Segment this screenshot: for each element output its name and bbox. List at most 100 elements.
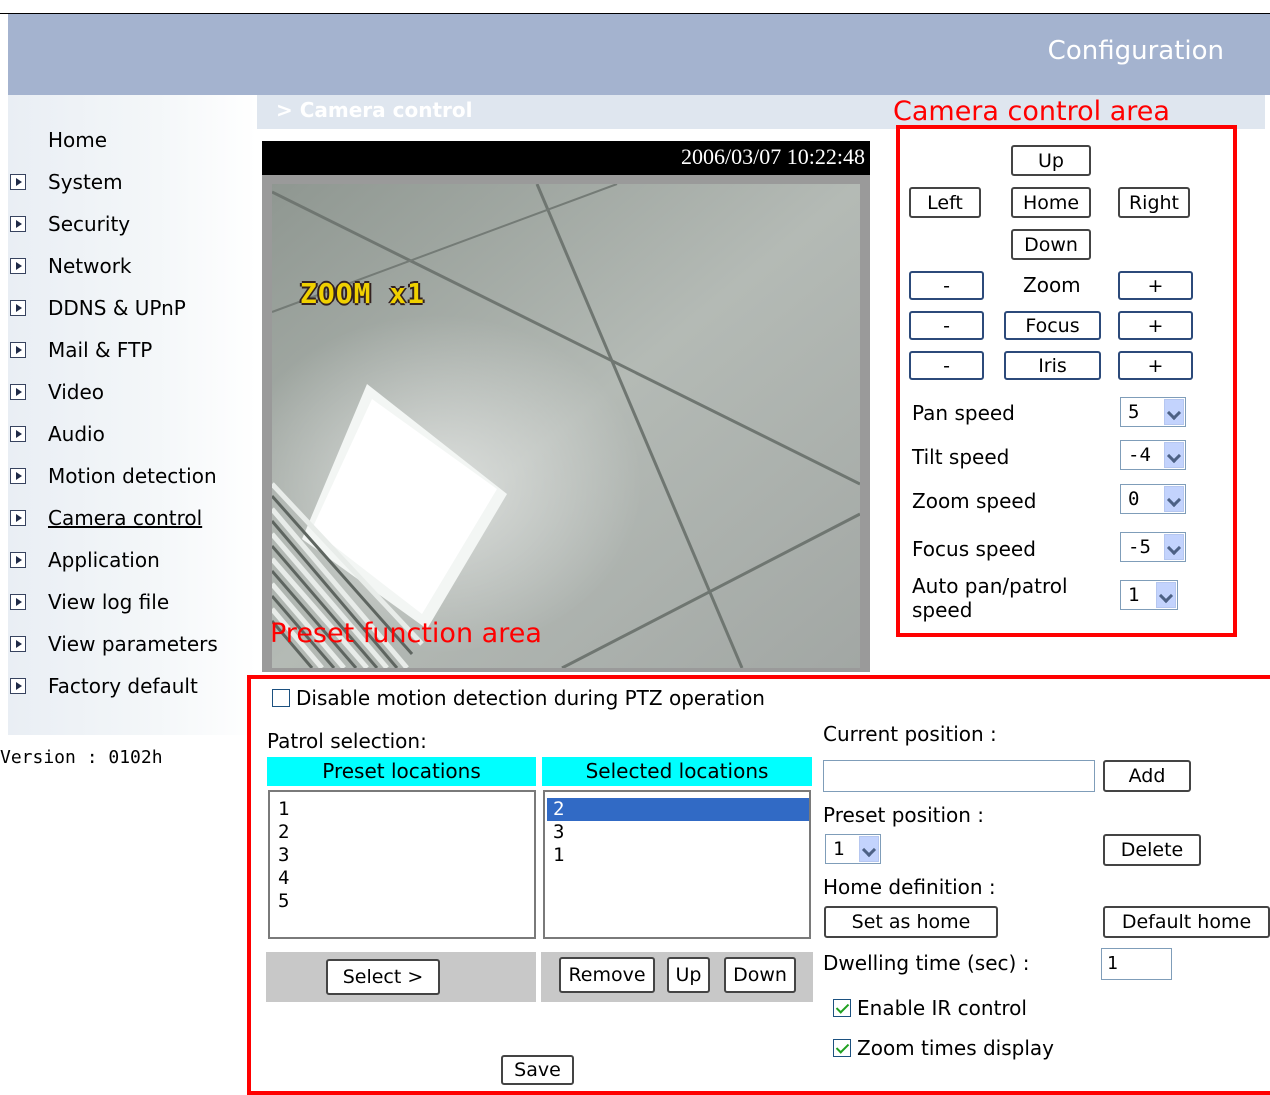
camera-area-annotation: Camera control area	[893, 96, 1170, 127]
list-item[interactable]: 3	[278, 844, 534, 867]
disable-md-checkbox[interactable]	[272, 689, 290, 707]
preset-area-annotation: Preset function area	[270, 618, 542, 649]
arrow-right-icon	[10, 678, 26, 694]
arrow-right-icon	[10, 174, 26, 190]
pan-up-button[interactable]: Up	[1011, 145, 1091, 176]
set-as-home-button[interactable]: Set as home	[824, 906, 998, 938]
list-item[interactable]: 4	[278, 867, 534, 890]
chevron-down-icon	[859, 836, 879, 862]
chevron-down-icon	[1164, 486, 1184, 512]
pan-right-button[interactable]: Right	[1118, 187, 1190, 218]
selected-locations-list[interactable]: 2 3 1	[543, 790, 811, 939]
focus-near-button[interactable]: -	[909, 311, 984, 340]
iris-close-button[interactable]: -	[909, 351, 984, 380]
move-down-button[interactable]: Down	[724, 957, 796, 993]
arrow-right-icon	[10, 300, 26, 316]
zoom-speed-value: 0	[1128, 488, 1140, 510]
sidebar-item-label: View log file	[48, 590, 170, 614]
sidebar-item-home[interactable]: Home	[10, 125, 107, 155]
disable-md-label: Disable motion detection during PTZ oper…	[296, 686, 765, 710]
arrow-right-icon	[10, 426, 26, 442]
current-position-input[interactable]	[823, 760, 1095, 792]
sidebar-item-label: View parameters	[48, 632, 218, 656]
zoom-in-button[interactable]: +	[1118, 271, 1193, 300]
sidebar-item-mail-ftp[interactable]: Mail & FTP	[10, 335, 152, 365]
sidebar-item-motion-detection[interactable]: Motion detection	[10, 461, 217, 491]
delete-button[interactable]: Delete	[1103, 834, 1201, 866]
focus-far-button[interactable]: +	[1118, 311, 1193, 340]
preset-position-select[interactable]: 1	[825, 834, 881, 864]
sidebar-item-label: Security	[48, 212, 131, 236]
auto-speed-select[interactable]: 1	[1120, 580, 1178, 610]
arrow-right-icon	[10, 510, 26, 526]
sidebar-item-view-parameters[interactable]: View parameters	[10, 629, 218, 659]
sidebar-item-label: Mail & FTP	[48, 338, 153, 362]
page-title: Configuration	[1047, 36, 1224, 66]
save-button[interactable]: Save	[501, 1055, 574, 1085]
sidebar-item-security[interactable]: Security	[10, 209, 130, 239]
sidebar-item-label: DDNS & UPnP	[48, 296, 186, 320]
iris-auto-button[interactable]: Iris	[1004, 351, 1101, 380]
pan-home-button[interactable]: Home	[1011, 187, 1091, 218]
pan-speed-select[interactable]: 5	[1120, 397, 1186, 427]
auto-speed-label-line1: Auto pan/patrol	[912, 574, 1068, 598]
zoom-out-button[interactable]: -	[909, 271, 984, 300]
sidebar-item-label: Application	[48, 548, 160, 572]
tilt-speed-value: -4	[1128, 444, 1151, 466]
zoom-speed-select[interactable]: 0	[1120, 484, 1186, 514]
preset-position-value: 1	[833, 838, 845, 860]
preset-position-label: Preset position :	[823, 803, 985, 827]
arrow-right-icon	[10, 636, 26, 652]
sidebar-item-audio[interactable]: Audio	[10, 419, 105, 449]
pan-left-button[interactable]: Left	[909, 187, 981, 218]
sidebar-item-label: Audio	[48, 422, 105, 446]
sidebar-item-system[interactable]: System	[10, 167, 123, 197]
add-button[interactable]: Add	[1103, 760, 1191, 792]
sidebar-item-network[interactable]: Network	[10, 251, 132, 281]
enable-ir-checkbox[interactable]	[833, 999, 851, 1017]
remove-button[interactable]: Remove	[559, 957, 655, 993]
list-item[interactable]: 5	[278, 890, 534, 913]
iris-open-button[interactable]: +	[1118, 351, 1193, 380]
dwelling-time-input[interactable]: 1	[1101, 948, 1172, 980]
patrol-selection-label: Patrol selection:	[267, 729, 427, 753]
sidebar-item-application[interactable]: Application	[10, 545, 160, 575]
zoom-speed-label: Zoom speed	[912, 489, 1037, 513]
current-position-label: Current position :	[823, 722, 997, 746]
focus-speed-label: Focus speed	[912, 537, 1036, 561]
auto-speed-label-line2: speed	[912, 598, 973, 622]
sidebar-item-label: Home	[48, 128, 108, 152]
list-item[interactable]: 1	[278, 798, 534, 821]
sidebar-item-factory-default[interactable]: Factory default	[10, 671, 198, 701]
focus-speed-select[interactable]: -5	[1120, 532, 1186, 562]
zoom-overlay: ZOOM x1	[300, 277, 426, 310]
sidebar-item-label: Network	[48, 254, 132, 278]
arrow-right-icon	[10, 384, 26, 400]
dwelling-time-label: Dwelling time (sec) :	[823, 951, 1030, 975]
list-item[interactable]: 1	[553, 844, 809, 867]
tilt-speed-label: Tilt speed	[912, 445, 1010, 469]
sidebar-item-video[interactable]: Video	[10, 377, 104, 407]
focus-speed-value: -5	[1128, 536, 1151, 558]
preset-locations-header: Preset locations	[267, 757, 536, 786]
pan-down-button[interactable]: Down	[1011, 229, 1091, 260]
sidebar-item-view-log-file[interactable]: View log file	[10, 587, 169, 617]
list-item-selected[interactable]: 2	[547, 798, 809, 821]
focus-auto-button[interactable]: Focus	[1004, 311, 1101, 340]
sidebar-item-ddns-upnp[interactable]: DDNS & UPnP	[10, 293, 186, 323]
tilt-speed-select[interactable]: -4	[1120, 440, 1186, 470]
sidebar-item-label: Factory default	[48, 674, 198, 698]
pan-speed-value: 5	[1128, 401, 1140, 423]
sidebar-item-label: Motion detection	[48, 464, 217, 488]
list-item[interactable]: 2	[278, 821, 534, 844]
chevron-down-icon	[1164, 399, 1184, 425]
move-up-button[interactable]: Up	[667, 957, 710, 993]
sidebar-item-camera-control[interactable]: Camera control	[10, 503, 202, 533]
list-item[interactable]: 3	[553, 821, 809, 844]
default-home-button[interactable]: Default home	[1103, 906, 1270, 938]
video-stream	[272, 184, 860, 668]
zoom-display-checkbox[interactable]	[833, 1039, 851, 1057]
select-button[interactable]: Select >	[326, 959, 440, 995]
arrow-right-icon	[10, 468, 26, 484]
preset-locations-list[interactable]: 1 2 3 4 5	[268, 790, 536, 939]
